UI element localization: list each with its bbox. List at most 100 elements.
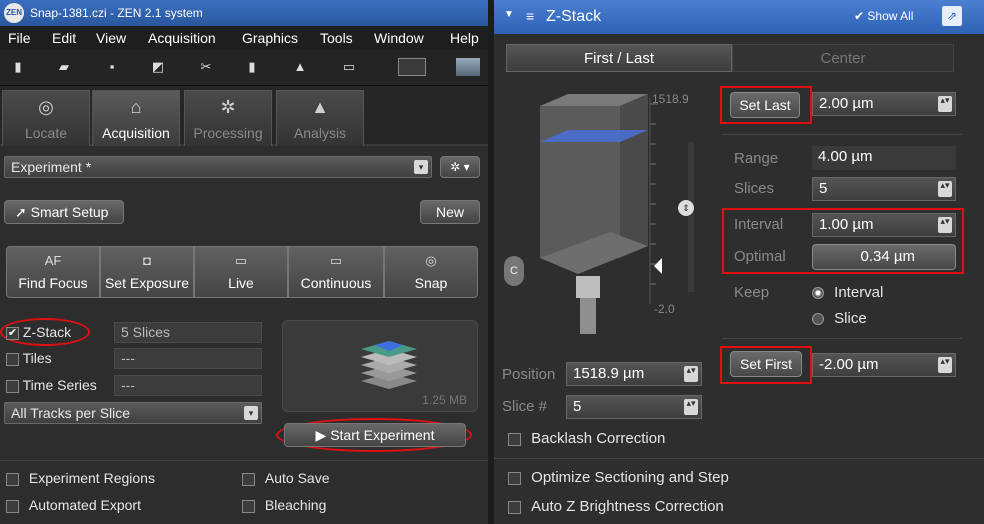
interval-input[interactable]: 1.00 µm ▴▾	[812, 213, 956, 237]
tab-acquisition[interactable]: ⌂ Acquisition	[92, 90, 180, 146]
set-first-button[interactable]: Set First	[730, 351, 802, 377]
cut-icon[interactable]: ✂	[198, 60, 214, 74]
set-last-button[interactable]: Set Last	[730, 92, 800, 118]
keep-slice-radio-row[interactable]: Slice	[812, 310, 867, 327]
spinner-icon[interactable]: ▴▾	[938, 357, 952, 373]
mode-first-last[interactable]: First / Last	[506, 44, 732, 72]
mode-center[interactable]: Center	[732, 44, 954, 72]
keep-interval-radio-row[interactable]: Interval	[812, 284, 883, 301]
open-folder-icon[interactable]: ▰	[56, 60, 72, 74]
range-value: 4.00 µm	[812, 146, 956, 170]
chevron-down-icon: ▾	[244, 406, 258, 420]
optimize-sectioning-checkbox[interactable]	[508, 471, 521, 485]
slice-number-input[interactable]: 5 ▴▾	[566, 395, 702, 419]
divider	[494, 458, 984, 459]
drag-handle-icon[interactable]: ≡	[526, 8, 534, 24]
backlash-correction-checkbox[interactable]	[508, 432, 521, 446]
last-position-input[interactable]: 2.00 µm ▴▾	[812, 92, 956, 116]
z-stack-checkbox[interactable]: ✔	[6, 326, 19, 340]
wand-icon: ➚	[15, 204, 27, 220]
experiment-preview: 1.25 MB	[282, 320, 478, 412]
spinner-icon[interactable]: ▴▾	[684, 366, 698, 382]
set-exposure-button[interactable]: ◘ Set Exposure	[100, 246, 194, 298]
automated-export-checkbox[interactable]	[6, 499, 19, 513]
bleaching-checkbox[interactable]	[242, 499, 255, 513]
mode-segmented-control: First / Last Center	[506, 44, 954, 72]
zoom-icon[interactable]: ◩	[150, 60, 166, 74]
scale-bottom-label: -2.0	[654, 302, 675, 316]
auto-z-brightness-checkbox[interactable]	[508, 500, 521, 514]
auto-save-row[interactable]: Auto Save	[242, 470, 330, 486]
menu-graphics[interactable]: Graphics	[242, 30, 298, 46]
bookmark-icon[interactable]: ▮	[244, 60, 260, 74]
scale-top-label: 1518.9	[652, 92, 689, 106]
tiles-checkbox-row[interactable]: Tiles	[6, 350, 52, 366]
menu-bar: File Edit View Acquisition Graphics Tool…	[0, 26, 488, 50]
first-position-input[interactable]: -2.00 µm ▴▾	[812, 353, 956, 377]
save-icon[interactable]: ▪	[104, 60, 120, 74]
collapse-icon[interactable]: ▼	[504, 9, 514, 20]
experiment-regions-row[interactable]: Experiment Regions	[6, 470, 155, 486]
time-series-checkbox-row[interactable]: Time Series	[6, 377, 97, 393]
menu-window[interactable]: Window	[374, 30, 424, 46]
z-stack-checkbox-row[interactable]: ✔ Z-Stack	[6, 324, 71, 340]
experiment-options-button[interactable]: ✲ ▾	[440, 156, 480, 178]
image-frame-icon[interactable]	[398, 58, 426, 76]
automated-export-row[interactable]: Automated Export	[6, 497, 141, 513]
tab-processing[interactable]: ✲ Processing	[184, 90, 272, 146]
optimal-label: Optimal	[734, 248, 786, 265]
bleaching-row[interactable]: Bleaching	[242, 497, 326, 513]
start-experiment-button[interactable]: ▶ Start Experiment	[284, 423, 466, 447]
experiment-regions-checkbox[interactable]	[6, 472, 19, 486]
live-button[interactable]: ▭ Live	[194, 246, 288, 298]
spinner-icon[interactable]: ▴▾	[938, 96, 952, 112]
auto-z-brightness-row[interactable]: Auto Z Brightness Correction	[508, 498, 724, 515]
find-focus-button[interactable]: AF Find Focus	[6, 246, 100, 298]
gear-icon: ✲	[220, 97, 236, 117]
scale-bar-icon[interactable]: ▭	[338, 60, 360, 74]
optimize-sectioning-row[interactable]: Optimize Sectioning and Step	[508, 469, 729, 486]
new-button[interactable]: New	[420, 200, 480, 224]
tracks-select[interactable]: All Tracks per Slice ▾	[4, 402, 262, 424]
center-handle[interactable]: C	[504, 256, 524, 286]
pin-icon[interactable]: ▮	[10, 60, 26, 74]
backlash-correction-row[interactable]: Backlash Correction	[508, 430, 665, 447]
tab-locate[interactable]: ◎ Locate	[2, 90, 90, 146]
microscope-icon: ⌂	[130, 97, 142, 117]
show-all-toggle[interactable]: ✔ Show All	[854, 9, 913, 23]
continuous-icon: ▭	[329, 253, 343, 268]
tiles-checkbox[interactable]	[6, 352, 19, 366]
position-input[interactable]: 1518.9 µm ▴▾	[566, 362, 702, 386]
divider	[722, 134, 962, 135]
slices-input[interactable]: 5 ▴▾	[812, 177, 956, 201]
autofocus-icon: AF	[44, 253, 62, 268]
smart-setup-button[interactable]: ➚ Smart Setup	[4, 200, 124, 224]
continuous-button[interactable]: ▭ Continuous	[288, 246, 384, 298]
experiment-select[interactable]: Experiment * ▾	[4, 156, 432, 178]
optimal-button[interactable]: 0.34 µm	[812, 244, 956, 270]
spinner-icon[interactable]: ▴▾	[938, 181, 952, 197]
arrow-up-icon[interactable]: ▲	[292, 60, 308, 74]
menu-acquisition[interactable]: Acquisition	[148, 30, 216, 46]
spinner-icon[interactable]: ▴▾	[938, 217, 952, 233]
undock-icon[interactable]: ⇗	[942, 6, 962, 26]
landscape-icon[interactable]	[456, 58, 480, 76]
menu-view[interactable]: View	[96, 30, 126, 46]
auto-save-checkbox[interactable]	[242, 472, 255, 486]
spinner-icon[interactable]: ▴▾	[684, 399, 698, 415]
keep-interval-radio[interactable]	[812, 287, 824, 300]
z-focus-slider-handle[interactable]: ⇕	[678, 200, 694, 216]
menu-edit[interactable]: Edit	[52, 30, 76, 46]
menu-file[interactable]: File	[8, 30, 31, 46]
z-stack-header[interactable]: ▼ ≡ Z-Stack ✔ Show All ⇗	[494, 0, 984, 34]
snap-button[interactable]: ◎ Snap	[384, 246, 478, 298]
interval-label: Interval	[734, 216, 784, 233]
menu-help[interactable]: Help	[450, 30, 479, 46]
z-stack-panel: ▼ ≡ Z-Stack ✔ Show All ⇗ First / Last Ce…	[494, 0, 984, 524]
tiles-value: ---	[114, 348, 262, 369]
menu-tools[interactable]: Tools	[320, 30, 353, 46]
keep-slice-radio[interactable]	[812, 313, 824, 326]
tab-analysis[interactable]: ▲ Analysis	[276, 90, 364, 146]
zen-logo-icon: ZEN	[4, 3, 24, 23]
time-series-checkbox[interactable]	[6, 379, 19, 393]
